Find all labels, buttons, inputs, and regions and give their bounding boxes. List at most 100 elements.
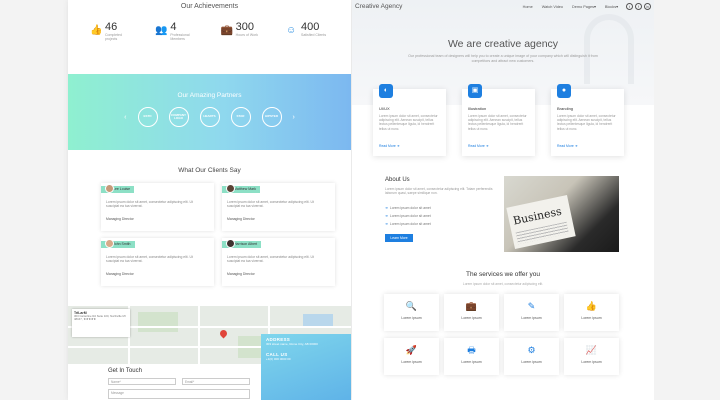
list-item: ➜ Lorem ipsum dolor sit amet [385, 221, 431, 226]
achievement-number: 300 [235, 21, 255, 33]
service-card[interactable]: 📈 Lorem ipsum [564, 338, 619, 375]
address-text: 303 street name, Rome City, AB 00000 [266, 342, 318, 346]
thumbs-up-icon: 👍 [90, 25, 103, 36]
map-pin-icon[interactable] [218, 328, 229, 339]
facebook-icon[interactable]: f [635, 3, 642, 10]
read-more-link[interactable]: Read More ➜ [557, 144, 578, 148]
printer-icon: 🖶 [467, 345, 476, 355]
testimonial-text: Lorem ipsum dolor sit amet, consectetur … [227, 255, 314, 264]
clients-title: What Our Clients Say [178, 167, 241, 174]
hero-title: We are creative agency [447, 38, 559, 50]
apple-icon: ● [557, 84, 571, 98]
list-item: ➜ Lorem ipsum dolor sit amet [385, 206, 431, 210]
brand-logo[interactable]: Creative Agency [355, 3, 514, 10]
service-card[interactable]: ✎ Lorem ipsum [504, 294, 559, 331]
feature-card: ● Branding Lorem ipsum dolor sit amet, c… [551, 84, 624, 156]
achievement-label: Hours of Work [235, 33, 258, 37]
about-text: Lorem ipsum dolor sit amet, consectetur … [385, 187, 493, 196]
service-card[interactable]: ⚙ Lorem ipsum [504, 338, 559, 375]
learn-more-button[interactable]: Learn More [385, 234, 413, 242]
read-more-link[interactable]: Read More ➜ [468, 144, 489, 148]
about-title: About Us [385, 177, 410, 183]
map-info-card: TriLarM 303 Carterline Rd Suite 100, Nor… [72, 309, 130, 337]
navbar: Creative Agency Home Watch Video Demo Pa… [352, 0, 654, 13]
services-title: The services we offer you [466, 271, 540, 278]
users-icon: 👥 [155, 25, 168, 36]
left-page-preview: Our Achievements 👍 46 Completed projects… [68, 0, 351, 400]
nav-home[interactable]: Home [523, 5, 533, 9]
hero-subtitle: Our professional team of designers will … [408, 54, 598, 63]
illustration-icon: ▣ [468, 84, 482, 98]
service-card[interactable]: 💼 Lorem ipsum [444, 294, 499, 331]
search-icon: 🔍 [405, 301, 418, 311]
rocket-icon: 🚀 [405, 345, 418, 355]
map-road [198, 306, 200, 364]
business-newspaper-image: Business [504, 176, 619, 252]
partners-section: Our Amazing Partners ‹ ESTD COMPANY LOGO… [68, 74, 351, 150]
briefcase-icon: 💼 [220, 25, 234, 36]
email-field[interactable]: Email* [182, 378, 250, 385]
message-field[interactable]: Message [108, 389, 250, 399]
chevron-right-icon[interactable]: › [293, 114, 295, 121]
magic-wand-icon: ✎ [527, 301, 536, 311]
feature-card: ▣ Illustration Lorem ipsum dolor sit ame… [462, 84, 535, 156]
linkedin-icon[interactable]: in [644, 3, 651, 10]
service-label: Lorem ipsum [401, 360, 422, 364]
testimonial-role: Managing Director [227, 272, 255, 276]
service-card[interactable]: 🖶 Lorem ipsum [444, 338, 499, 375]
testimonial-role: Managing Director [227, 217, 255, 221]
map-park [138, 312, 178, 332]
testimonial-card: Matthew Mark Lorem ipsum dolor sit amet,… [222, 183, 335, 231]
achievement-number: 400 [300, 21, 320, 33]
service-label: Lorem ipsum [581, 316, 602, 320]
chevron-left-icon[interactable]: ‹ [124, 114, 126, 121]
achievement-item: 👍 46 Completed projects [90, 22, 133, 42]
partner-logo: HIPSTER [261, 107, 282, 127]
list-item: ➜ Lorem ipsum dolor sit amet [385, 213, 431, 218]
gears-icon: ⚙ [527, 345, 536, 355]
chart-icon: 📈 [585, 345, 598, 355]
feature-title: Branding [557, 106, 574, 111]
thumbs-up-icon: 👍 [585, 301, 598, 311]
twitter-icon[interactable]: t [626, 3, 633, 10]
contact-title: Get In Touch [108, 368, 142, 374]
partners-title: Our Amazing Partners [177, 92, 242, 99]
achievement-item: ☺ 400 Satisfied Clients [286, 22, 329, 41]
testimonial-card: Harrison Albert Lorem ipsum dolor sit am… [222, 238, 335, 286]
about-list: ➜ Lorem ipsum dolor sit amet ➜ Lorem ipsum… [385, 205, 431, 228]
achievement-label: Completed projects [105, 33, 122, 42]
testimonial-card: Lee Louise Lorem ipsum dolor sit amet, c… [101, 183, 214, 231]
service-label: Lorem ipsum [581, 360, 602, 364]
read-more-link[interactable]: Read More ➜ [379, 144, 400, 148]
right-page-preview: Creative Agency Home Watch Video Demo Pa… [352, 0, 654, 400]
nav-blocks[interactable]: Blocks▾ [605, 4, 618, 9]
service-label: Lorem ipsum [401, 316, 422, 320]
service-card[interactable]: 🚀 Lorem ipsum [384, 338, 439, 375]
partner-logo: COMPANY LOGO [168, 107, 189, 127]
avatar [105, 239, 114, 248]
service-label: Lorem ipsum [521, 360, 542, 364]
contact-info-panel: ADDRESS 303 street name, Rome City, AB 0… [261, 334, 351, 400]
feature-text: Lorem ipsum dolor sit amet, consectetur … [468, 114, 527, 131]
service-card[interactable]: 🔍 Lorem ipsum [384, 294, 439, 331]
achievement-number: 4 [170, 21, 177, 33]
avatar [226, 239, 235, 248]
testimonial-text: Lorem ipsum dolor sit amet, consectetur … [227, 200, 314, 209]
avatar [105, 184, 114, 193]
partners-carousel: ‹ ESTD COMPANY LOGO HEARTS STAR HIPSTER … [68, 107, 351, 127]
testimonial-text: Lorem ipsum dolor sit amet, consectetur … [106, 255, 193, 264]
achievement-label: Professional Members [170, 33, 190, 42]
service-label: Lorem ipsum [461, 316, 482, 320]
newspaper: Business [506, 195, 576, 249]
feature-title: Illustration [468, 106, 487, 111]
feature-title: UI/UX [379, 106, 390, 111]
partner-logo: STAR [230, 107, 251, 127]
name-field[interactable]: Name* [108, 378, 176, 385]
nav-demo-pages[interactable]: Demo Pages▾ [572, 4, 596, 9]
nav-watch-video[interactable]: Watch Video [542, 5, 563, 9]
briefcase-icon: 💼 [465, 301, 478, 311]
service-card[interactable]: 👍 Lorem ipsum [564, 294, 619, 331]
feature-card: ◐ UI/UX Lorem ipsum dolor sit amet, cons… [373, 84, 446, 156]
feature-text: Lorem ipsum dolor sit amet, consectetur … [557, 114, 616, 131]
testimonial-text: Lorem ipsum dolor sit amet, consectetur … [106, 200, 193, 209]
